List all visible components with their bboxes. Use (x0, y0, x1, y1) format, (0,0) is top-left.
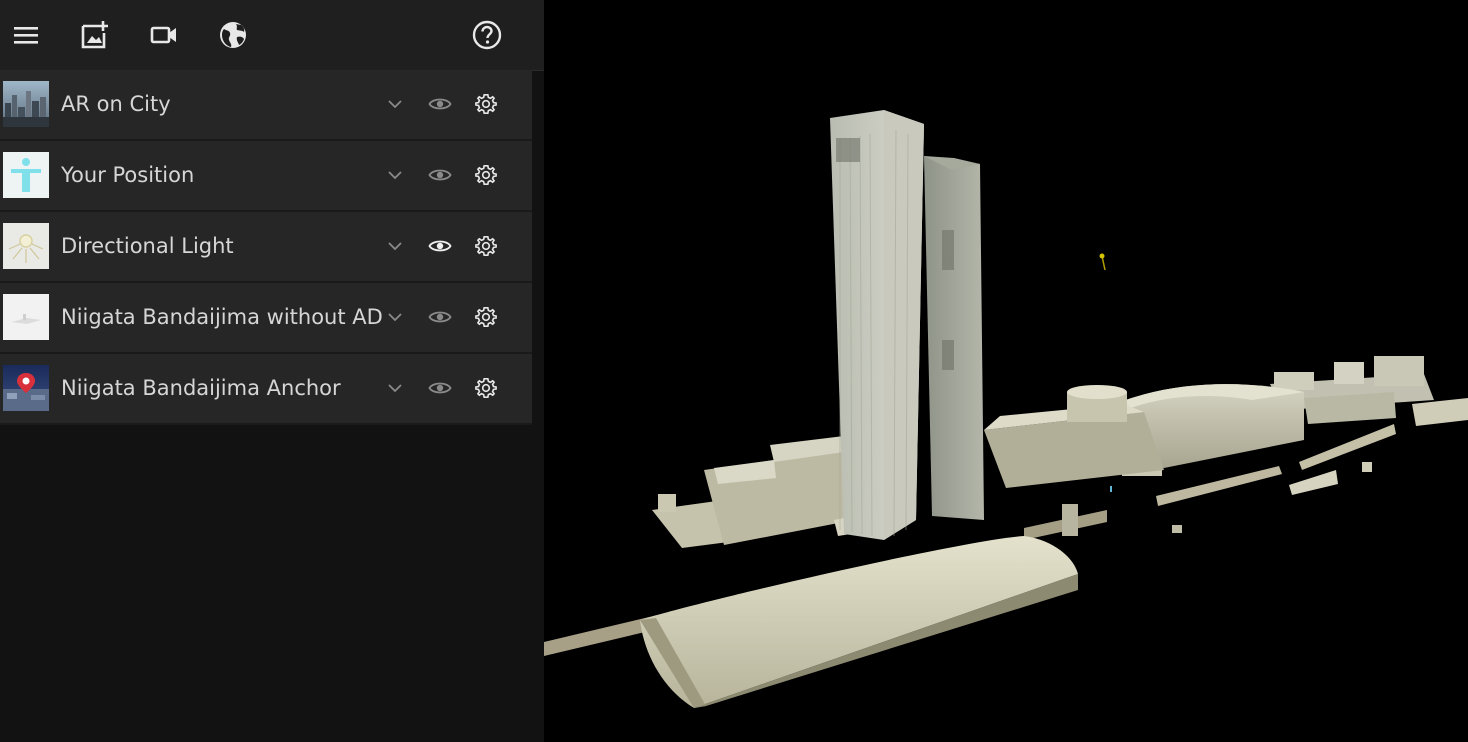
settings-button[interactable] (471, 231, 501, 261)
add-image-button[interactable] (74, 14, 116, 56)
layer-list: AR on City Your Position Directional Lig… (0, 70, 532, 425)
city-skyline-thumbnail (3, 81, 49, 127)
help-button[interactable] (466, 14, 508, 56)
layer-label: AR on City (61, 92, 171, 116)
chevron-down-icon (388, 170, 402, 179)
visibility-toggle[interactable] (425, 160, 455, 190)
expand-button[interactable] (380, 373, 410, 403)
add-image-icon (81, 21, 108, 49)
city-3d-model (544, 110, 1468, 708)
toolbar (0, 0, 544, 71)
menu-icon (14, 27, 38, 44)
person-figure-thumbnail (3, 152, 49, 198)
gear-icon (475, 94, 497, 114)
help-icon (472, 20, 502, 50)
chevron-down-icon (388, 383, 402, 392)
eye-icon (428, 169, 452, 181)
settings-button[interactable] (471, 160, 501, 190)
light-bulb-thumbnail (3, 223, 49, 269)
layer-row[interactable]: Niigata Bandaijima without AD (0, 283, 532, 354)
layer-row[interactable]: Directional Light (0, 212, 532, 283)
layer-row[interactable]: AR on City (0, 70, 532, 141)
layer-label: Directional Light (61, 234, 234, 258)
3d-viewport[interactable] (544, 0, 1468, 742)
expand-button[interactable] (380, 89, 410, 119)
settings-button[interactable] (471, 89, 501, 119)
chevron-down-icon (388, 99, 402, 108)
layer-row[interactable]: Niigata Bandaijima Anchor (0, 354, 532, 425)
menu-button[interactable] (5, 14, 47, 56)
visibility-toggle[interactable] (425, 302, 455, 332)
white-model-thumbnail (3, 294, 49, 340)
settings-button[interactable] (471, 373, 501, 403)
eye-icon (428, 98, 452, 110)
visibility-toggle[interactable] (425, 89, 455, 119)
gear-icon (475, 307, 497, 327)
globe-button[interactable] (212, 14, 254, 56)
chevron-down-icon (388, 241, 402, 250)
chevron-down-icon (388, 312, 402, 321)
map-pin-thumbnail (3, 365, 49, 411)
layer-label: Niigata Bandaijima without AD (61, 305, 383, 329)
layer-panel: AR on City Your Position Directional Lig… (0, 0, 544, 742)
layer-row[interactable]: Your Position (0, 141, 532, 212)
video-button[interactable] (143, 14, 185, 56)
visibility-toggle[interactable] (425, 231, 455, 261)
video-camera-icon (150, 26, 176, 44)
expand-button[interactable] (380, 302, 410, 332)
settings-button[interactable] (471, 302, 501, 332)
layer-label: Your Position (61, 163, 195, 187)
gear-icon (475, 236, 497, 256)
expand-button[interactable] (380, 160, 410, 190)
eye-icon (428, 311, 452, 323)
gear-icon (475, 378, 497, 398)
layer-label: Niigata Bandaijima Anchor (61, 376, 341, 400)
expand-button[interactable] (380, 231, 410, 261)
visibility-toggle[interactable] (425, 373, 455, 403)
eye-icon (428, 382, 452, 394)
globe-icon (220, 22, 246, 48)
gear-icon (475, 165, 497, 185)
eye-icon (428, 240, 452, 252)
